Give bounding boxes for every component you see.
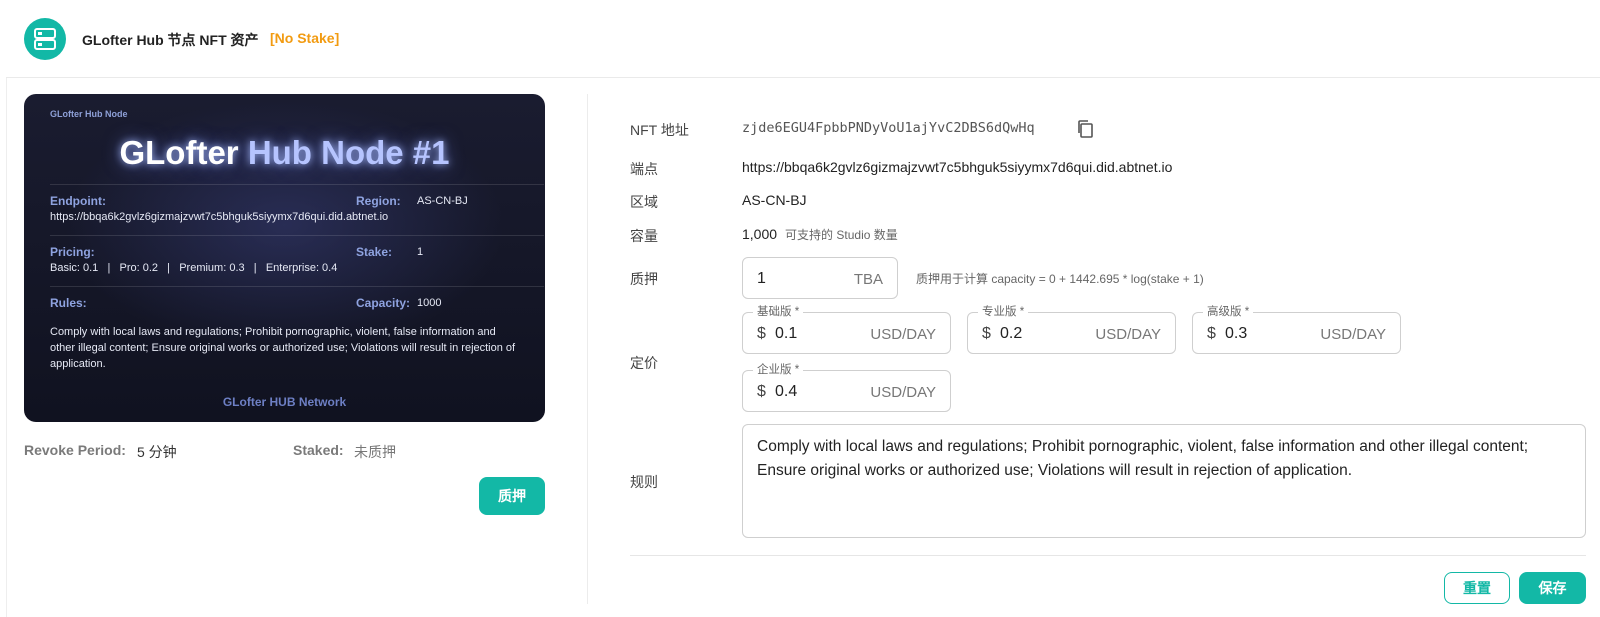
price-premium-input[interactable] bbox=[1225, 325, 1295, 343]
pricing-label: 定价 bbox=[630, 355, 658, 371]
card-capacity-value: 1000 bbox=[417, 297, 442, 309]
form-divider bbox=[630, 555, 1586, 556]
region-label: 区域 bbox=[630, 194, 658, 210]
price-enterprise-prefix: $ bbox=[757, 383, 766, 400]
copy-icon[interactable] bbox=[1076, 119, 1094, 139]
price-basic-prefix: $ bbox=[757, 325, 766, 342]
stake-unit: TBA bbox=[853, 271, 883, 288]
price-pro-field[interactable]: 专业版 * $ USD/DAY bbox=[967, 305, 1176, 354]
price-basic-input[interactable] bbox=[775, 325, 845, 343]
staked-label: Staked: bbox=[293, 442, 344, 458]
page-title: GLofter Hub 节点 NFT 资产 bbox=[82, 32, 259, 48]
price-pro-input[interactable] bbox=[1000, 325, 1070, 343]
nft-address-label: NFT 地址 bbox=[630, 122, 689, 138]
price-pro-legend: 专业版 * bbox=[978, 305, 1029, 319]
vertical-divider bbox=[587, 94, 588, 604]
price-pro-unit: USD/DAY bbox=[1095, 326, 1161, 343]
price-enterprise-unit: USD/DAY bbox=[870, 384, 936, 401]
card-footer: GLofter HUB Network bbox=[222, 395, 347, 409]
nft-address-value: zjde6EGU4FpbbPNDyVoU1ajYvC2DBS6dQwHq bbox=[742, 120, 1035, 136]
endpoint-value: https://bbqa6k2gvlz6gizmajzvwt7c5bhguk5s… bbox=[742, 159, 1173, 175]
card-subtitle: GLofter Hub Node bbox=[50, 109, 128, 119]
price-basic-unit: USD/DAY bbox=[870, 326, 936, 343]
card-stake-value: 1 bbox=[417, 246, 424, 258]
nft-card: GLofter Hub Node GLofter Hub Node #1 End… bbox=[24, 94, 545, 422]
price-basic-legend: 基础版 * bbox=[753, 305, 804, 319]
price-enterprise-legend: 企业版 * bbox=[753, 363, 804, 377]
left-border bbox=[6, 0, 7, 617]
price-premium-prefix: $ bbox=[1207, 325, 1216, 342]
stake-input[interactable] bbox=[757, 270, 827, 288]
card-rules-label: Rules: bbox=[50, 296, 87, 310]
stake-status-badge: [No Stake] bbox=[270, 30, 340, 46]
card-divider bbox=[50, 235, 544, 236]
stake-field[interactable]: TBA bbox=[742, 257, 898, 299]
card-title-part1: GLofter bbox=[119, 134, 248, 171]
price-basic-field[interactable]: 基础版 * $ USD/DAY bbox=[742, 305, 951, 354]
card-divider bbox=[50, 184, 544, 185]
card-title: GLofter Hub Node #1 bbox=[24, 134, 545, 172]
region-value: AS-CN-BJ bbox=[742, 192, 807, 208]
card-pricing-value: Basic: 0.1 | Pro: 0.2 | Premium: 0.3 | E… bbox=[50, 262, 338, 274]
endpoint-label: 端点 bbox=[630, 161, 658, 177]
rules-textarea[interactable]: Comply with local laws and regulations; … bbox=[742, 424, 1586, 538]
card-divider bbox=[50, 286, 544, 287]
save-button[interactable]: 保存 bbox=[1519, 572, 1586, 604]
server-icon bbox=[24, 18, 66, 60]
price-enterprise-input[interactable] bbox=[775, 383, 845, 401]
stake-hint: 质押用于计算 capacity = 0 + 1442.695 * log(sta… bbox=[916, 272, 1204, 286]
price-premium-legend: 高级版 * bbox=[1203, 305, 1254, 319]
price-pro-prefix: $ bbox=[982, 325, 991, 342]
card-pricing-label: Pricing: bbox=[50, 245, 95, 259]
card-endpoint-label: Endpoint: bbox=[50, 194, 106, 208]
rules-label: 规则 bbox=[630, 474, 658, 490]
price-premium-field[interactable]: 高级版 * $ USD/DAY bbox=[1192, 305, 1401, 354]
capacity-row: 1,000 可支持的 Studio 数量 bbox=[742, 226, 898, 243]
card-capacity-label: Capacity: bbox=[356, 296, 411, 310]
card-region-value: AS-CN-BJ bbox=[417, 195, 468, 207]
card-region-label: Region: bbox=[356, 194, 401, 208]
page: GLofter Hub 节点 NFT 资产 [No Stake] GLofter… bbox=[0, 0, 1600, 617]
capacity-label: 容量 bbox=[630, 228, 658, 244]
card-endpoint-value: https://bbqa6k2gvlz6gizmajzvwt7c5bhguk5s… bbox=[50, 211, 389, 223]
reset-button[interactable]: 重置 bbox=[1444, 572, 1510, 604]
card-stake-label: Stake: bbox=[356, 245, 393, 259]
staked-value: 未质押 bbox=[354, 444, 396, 460]
stake-label: 质押 bbox=[630, 271, 658, 287]
header: GLofter Hub 节点 NFT 资产 [No Stake] bbox=[6, 0, 1600, 78]
capacity-value: 1,000 bbox=[742, 226, 778, 242]
capacity-hint: 可支持的 Studio 数量 bbox=[785, 228, 898, 242]
price-enterprise-field[interactable]: 企业版 * $ USD/DAY bbox=[742, 363, 951, 412]
card-rules-text: Comply with local laws and regulations; … bbox=[50, 326, 516, 370]
revoke-period-label: Revoke Period: bbox=[24, 442, 126, 458]
stake-button[interactable]: 质押 bbox=[479, 477, 545, 515]
card-title-part2: Hub Node #1 bbox=[247, 134, 450, 171]
price-premium-unit: USD/DAY bbox=[1320, 326, 1386, 343]
revoke-period-value: 5 分钟 bbox=[137, 444, 177, 460]
